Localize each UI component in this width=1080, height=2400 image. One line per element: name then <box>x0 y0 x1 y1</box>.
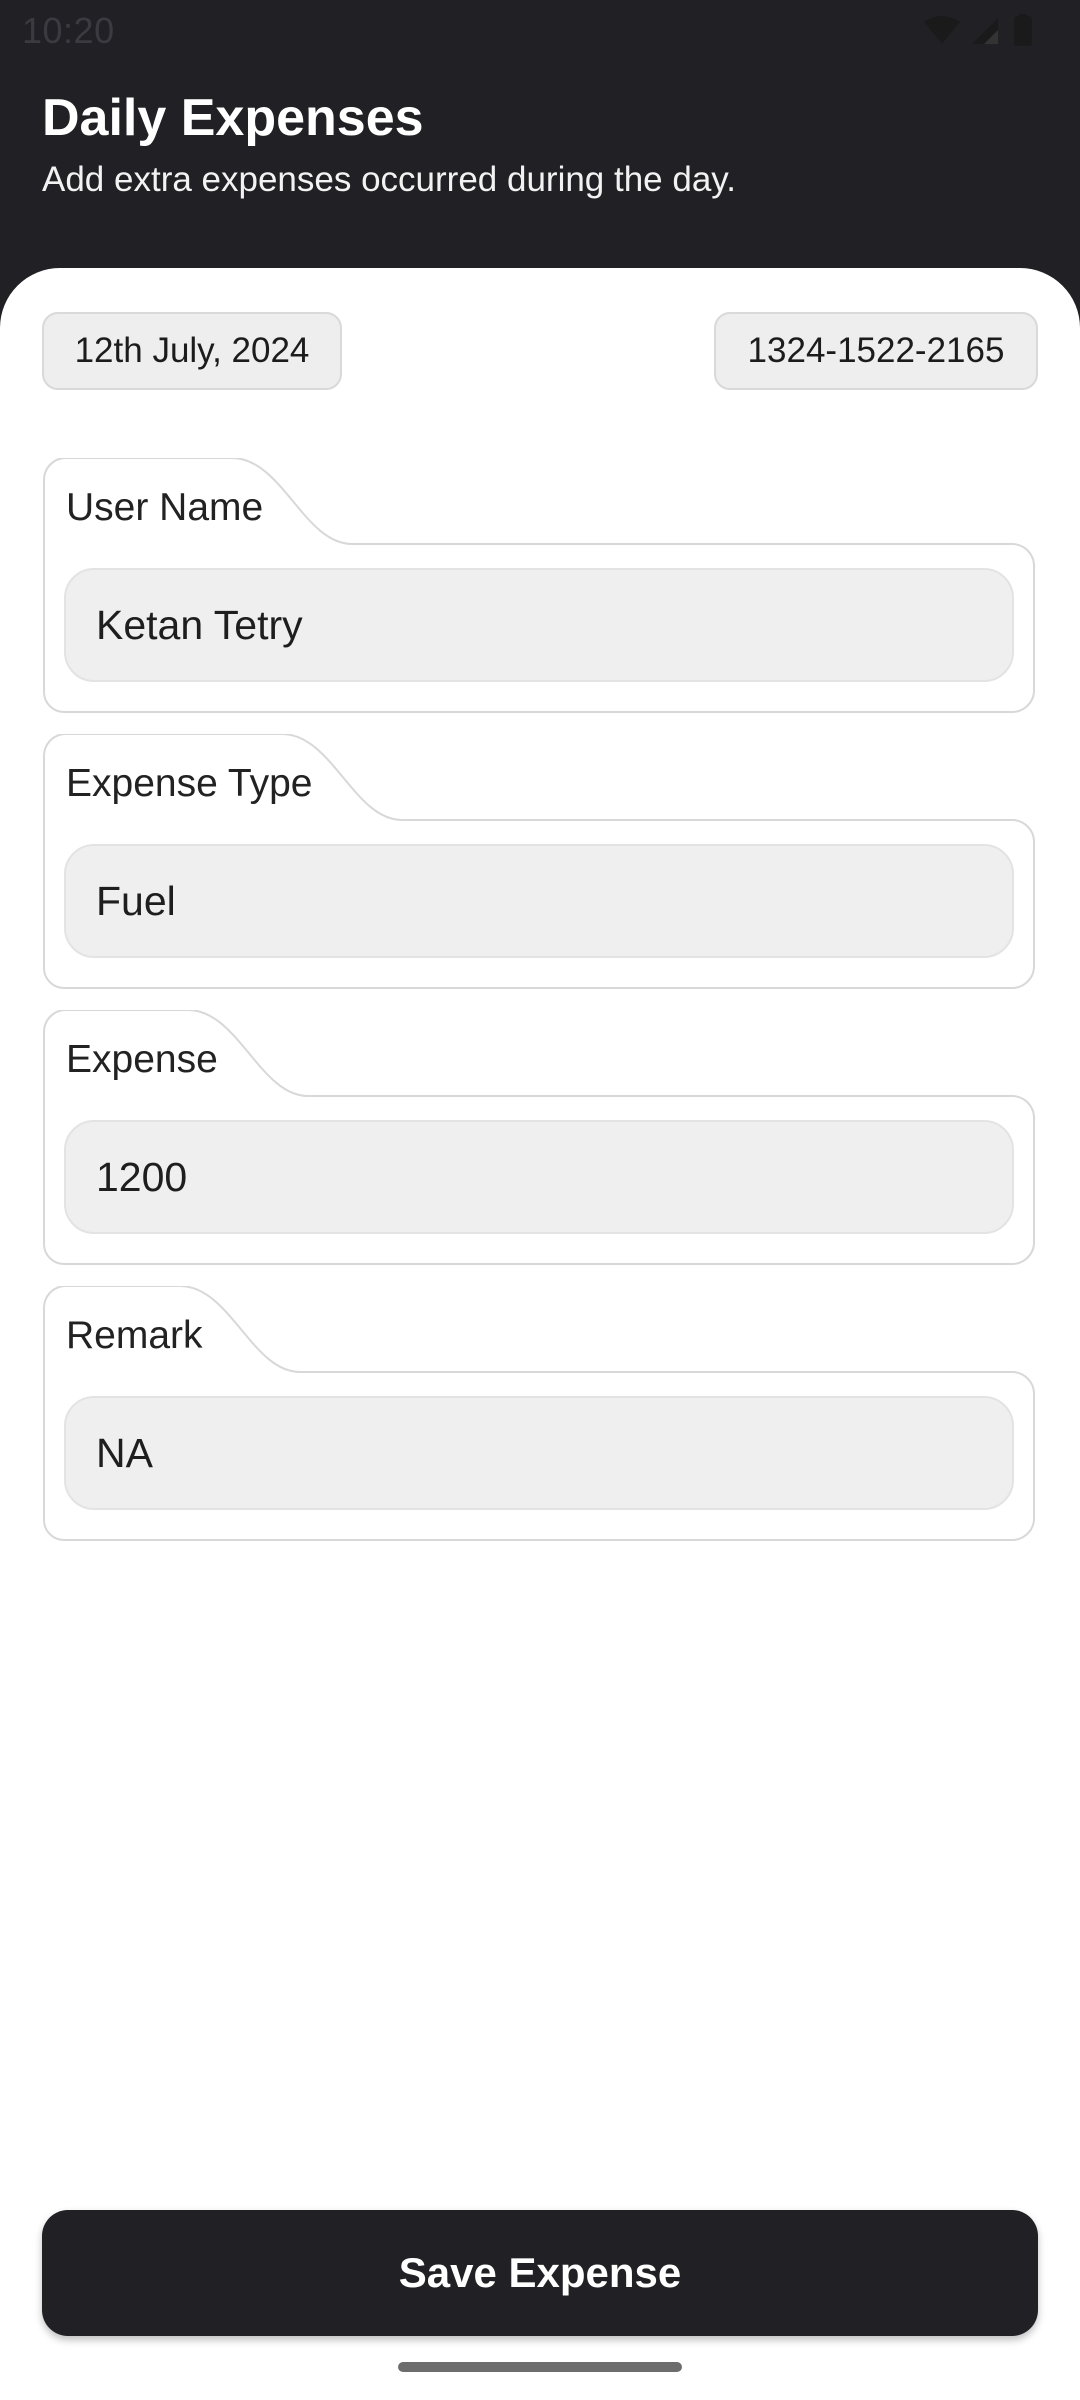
remark-field: Remark NA <box>42 1286 1036 1542</box>
status-icons <box>922 14 1042 48</box>
save-expense-button[interactable]: Save Expense <box>42 2210 1038 2336</box>
status-time: 10:20 <box>22 10 115 51</box>
battery-icon <box>1014 14 1032 46</box>
expense-amount-input[interactable]: 1200 <box>64 1120 1014 1234</box>
remark-input[interactable]: NA <box>64 1396 1014 1510</box>
cellular-signal-icon <box>972 18 998 44</box>
expense-field: Expense 1200 <box>42 1010 1036 1266</box>
date-chip[interactable]: 12th July, 2024 <box>42 312 342 390</box>
page-title: Daily Expenses <box>42 89 424 147</box>
user-name-field: User Name Ketan Tetry <box>42 458 1036 714</box>
status-bar: 10:20 <box>0 0 1080 64</box>
page-subtitle: Add extra expenses occurred during the d… <box>42 160 736 199</box>
remark-label: Remark <box>66 1314 203 1357</box>
expense-type-label: Expense Type <box>66 762 313 805</box>
expense-label: Expense <box>66 1038 218 1081</box>
expense-type-field: Expense Type Fuel <box>42 734 1036 990</box>
user-name-label: User Name <box>66 486 264 529</box>
expense-type-input[interactable]: Fuel <box>64 844 1014 958</box>
gesture-navigation-bar[interactable] <box>398 2362 682 2372</box>
wifi-icon <box>924 16 960 44</box>
user-name-input[interactable]: Ketan Tetry <box>64 568 1014 682</box>
id-chip: 1324-1522-2165 <box>714 312 1038 390</box>
